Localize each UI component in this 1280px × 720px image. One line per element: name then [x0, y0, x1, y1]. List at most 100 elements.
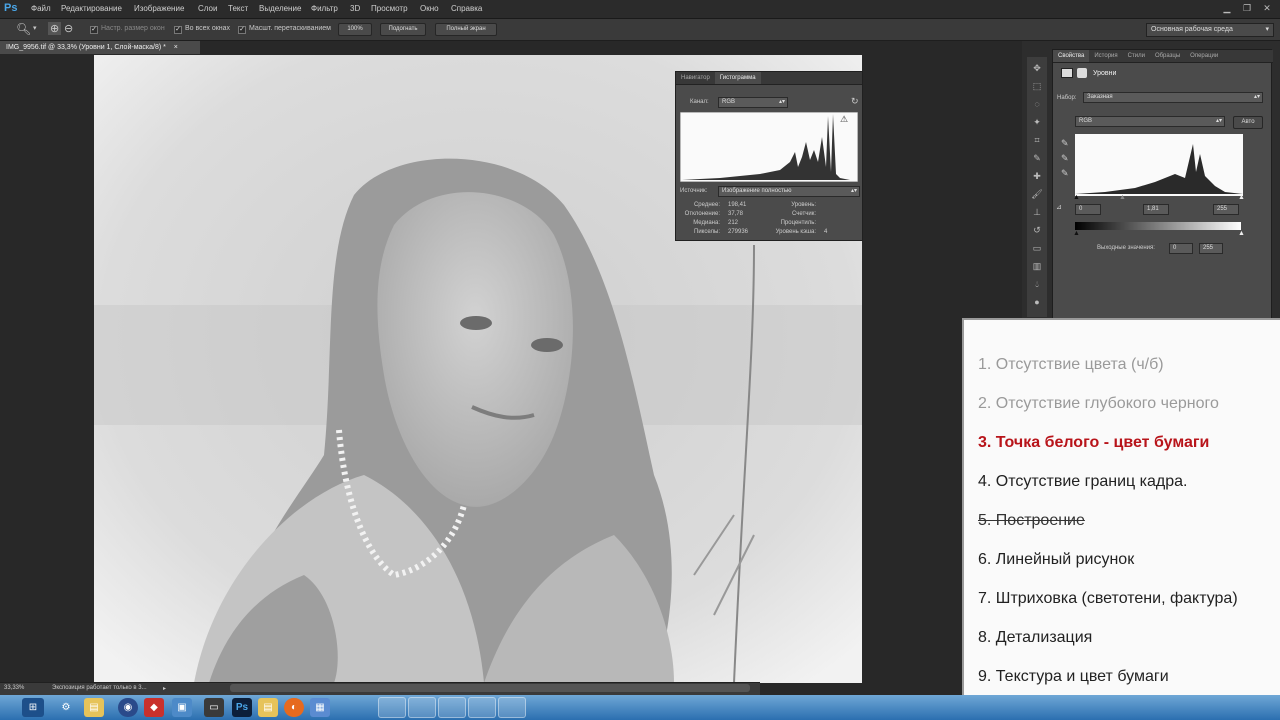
properties-title: Уровни — [1093, 70, 1117, 77]
tab-properties[interactable]: Свойства — [1053, 50, 1090, 62]
taskbar-window-4[interactable] — [468, 697, 496, 718]
black-point-slider[interactable]: ▲ — [1073, 194, 1080, 201]
zoom-out-icon[interactable]: ⊖ — [64, 22, 73, 35]
menu-view[interactable]: Просмотр — [371, 4, 408, 13]
zoom-in-icon[interactable]: ⊕ — [48, 22, 62, 35]
tab-histogram[interactable]: Гистограмма — [714, 72, 761, 84]
move-tool-icon[interactable]: ✥ — [1030, 61, 1044, 75]
maximize-icon[interactable]: ❐ — [1240, 2, 1254, 14]
eyedropper-icon[interactable]: ✎ — [1030, 151, 1044, 165]
fill-screen-button[interactable]: Полный экран — [435, 23, 497, 36]
menu-filter[interactable]: Фильтр — [311, 4, 338, 13]
stat-mean-value: 198,41 — [728, 202, 747, 208]
input-black-field[interactable]: 0 — [1075, 204, 1101, 215]
histogram-source-value: Изображение полностью — [722, 188, 792, 194]
browser-icon[interactable]: ◉ — [118, 698, 138, 717]
tab-swatches[interactable]: Образцы — [1150, 50, 1185, 62]
preset-select[interactable]: Заказная ▴▾ — [1083, 92, 1263, 103]
monitor-icon[interactable]: ▭ — [204, 698, 224, 717]
gradient-tool-icon[interactable]: ▥ — [1030, 259, 1044, 273]
menu-help[interactable]: Справка — [451, 4, 482, 13]
menu-3d[interactable]: 3D — [350, 4, 360, 13]
gamma-slider[interactable]: ▲ — [1119, 194, 1126, 201]
tab-styles[interactable]: Стили — [1123, 50, 1150, 62]
folder-icon[interactable]: ▤ — [84, 698, 104, 717]
dodge-tool-icon[interactable]: ● — [1030, 295, 1044, 309]
checklist-item-9: 9. Текстура и цвет бумаги — [978, 668, 1169, 685]
folder-icon[interactable]: ▤ — [258, 698, 278, 717]
marquee-tool-icon[interactable]: ⬚ — [1030, 79, 1044, 93]
auto-button[interactable]: Авто — [1233, 116, 1263, 129]
horizontal-scrollbar[interactable] — [230, 684, 750, 692]
histogram-panel: Навигатор Гистограмма Канал: RGB ▴▾ ↻ ⚠ … — [675, 71, 863, 241]
app-icon[interactable]: ▦ — [310, 698, 330, 717]
brush-tool-icon[interactable]: 🖌︎ — [1030, 187, 1044, 201]
workspace-select[interactable]: Основная рабочая среда ▾ — [1146, 23, 1274, 37]
mask-icon[interactable] — [1077, 68, 1087, 78]
output-black-slider[interactable]: ▲ — [1073, 230, 1080, 237]
start-button-icon[interactable]: ⊞ — [22, 698, 44, 717]
zoom-100-button[interactable]: 100% — [338, 23, 372, 36]
zoom-tool-icon[interactable]: 🔍︎ — [16, 22, 31, 36]
levels-channel-select[interactable]: RGB ▴▾ — [1075, 116, 1225, 127]
taskbar-window-1[interactable] — [378, 697, 406, 718]
menu-file[interactable]: Файл — [31, 4, 51, 13]
output-black-field[interactable]: 0 — [1169, 243, 1193, 254]
taskbar-app-icon[interactable]: ⚙ — [56, 698, 76, 717]
output-white-field[interactable]: 255 — [1199, 243, 1223, 254]
stat-median-label: Медиана: — [693, 220, 720, 226]
tab-history[interactable]: История — [1089, 50, 1122, 62]
magic-wand-icon[interactable]: ✦ — [1030, 115, 1044, 129]
zoom-level[interactable]: 33,33% — [4, 685, 24, 691]
resize-windows-checkbox[interactable]: ✓ Настр. размер окон — [90, 25, 165, 34]
eyedropper-white-icon[interactable]: ✎ — [1061, 168, 1069, 179]
chevron-down-icon[interactable]: ▾ — [33, 24, 37, 32]
eyedropper-gray-icon[interactable]: ✎ — [1061, 153, 1069, 164]
clipping-icon[interactable]: ⊿ — [1056, 203, 1062, 211]
lasso-tool-icon[interactable]: ◌ — [1030, 97, 1044, 111]
output-white-slider[interactable]: ▲ — [1238, 230, 1245, 237]
white-point-slider[interactable]: ▲ — [1238, 194, 1245, 201]
taskbar-window-2[interactable] — [408, 697, 436, 718]
blur-tool-icon[interactable]: 💧︎ — [1030, 277, 1044, 291]
levels-histogram — [1075, 134, 1243, 196]
menu-type[interactable]: Текст — [228, 4, 248, 13]
close-icon[interactable]: ✕ — [1260, 2, 1274, 14]
menu-edit[interactable]: Редактирование — [61, 4, 122, 13]
menu-bar: Ps Файл Редактирование Изображение Слои … — [0, 0, 1280, 19]
tab-navigator[interactable]: Навигатор — [676, 72, 715, 84]
taskbar-window-3[interactable] — [438, 697, 466, 718]
menu-image[interactable]: Изображение — [134, 4, 184, 13]
menu-window[interactable]: Окно — [420, 4, 439, 13]
input-white-field[interactable]: 255 — [1213, 204, 1239, 215]
close-icon[interactable]: × — [174, 44, 178, 51]
firefox-icon[interactable]: ◐ — [284, 698, 304, 717]
stat-percentile-label: Процентиль: — [780, 220, 816, 226]
eyedropper-black-icon[interactable]: ✎ — [1061, 138, 1069, 149]
refresh-icon[interactable]: ↻ — [851, 96, 859, 107]
all-windows-checkbox[interactable]: ✓ Во всех окнах — [174, 25, 230, 34]
checklist-item-7: 7. Штриховка (светотени, фактура) — [978, 590, 1238, 607]
document-tab[interactable]: IMG_9956.tif @ 33,3% (Уровни 1, Слой-мас… — [0, 41, 200, 54]
crop-tool-icon[interactable]: ⌗ — [1030, 133, 1044, 147]
histogram-source-select[interactable]: Изображение полностью ▴▾ — [718, 186, 860, 197]
healing-brush-icon[interactable]: ✚ — [1030, 169, 1044, 183]
menu-layers[interactable]: Слои — [198, 4, 217, 13]
chevron-right-icon[interactable]: ▸ — [163, 685, 166, 692]
explorer-icon[interactable]: ▣ — [172, 698, 192, 717]
input-gamma-field[interactable]: 1,81 — [1143, 204, 1169, 215]
photoshop-icon[interactable]: Ps — [232, 698, 252, 717]
antivirus-icon[interactable]: ◆ — [144, 698, 164, 717]
scrubby-zoom-checkbox[interactable]: ✓ Масшт. перетаскиванием — [238, 25, 331, 34]
histogram-channel-select[interactable]: RGB ▴▾ — [718, 97, 788, 108]
tab-actions[interactable]: Операции — [1185, 50, 1223, 62]
history-brush-icon[interactable]: ↺ — [1030, 223, 1044, 237]
status-info[interactable]: Экспозиция работает только в 3... — [52, 685, 147, 691]
eraser-tool-icon[interactable]: ▭ — [1030, 241, 1044, 255]
fit-screen-button[interactable]: Подогнать — [380, 23, 426, 36]
taskbar-window-5[interactable] — [498, 697, 526, 718]
menu-select[interactable]: Выделение — [259, 4, 301, 13]
output-gradient-bar — [1075, 222, 1241, 230]
stamp-tool-icon[interactable]: ⊥ — [1030, 205, 1044, 219]
minimize-icon[interactable]: ▁ — [1220, 2, 1234, 14]
